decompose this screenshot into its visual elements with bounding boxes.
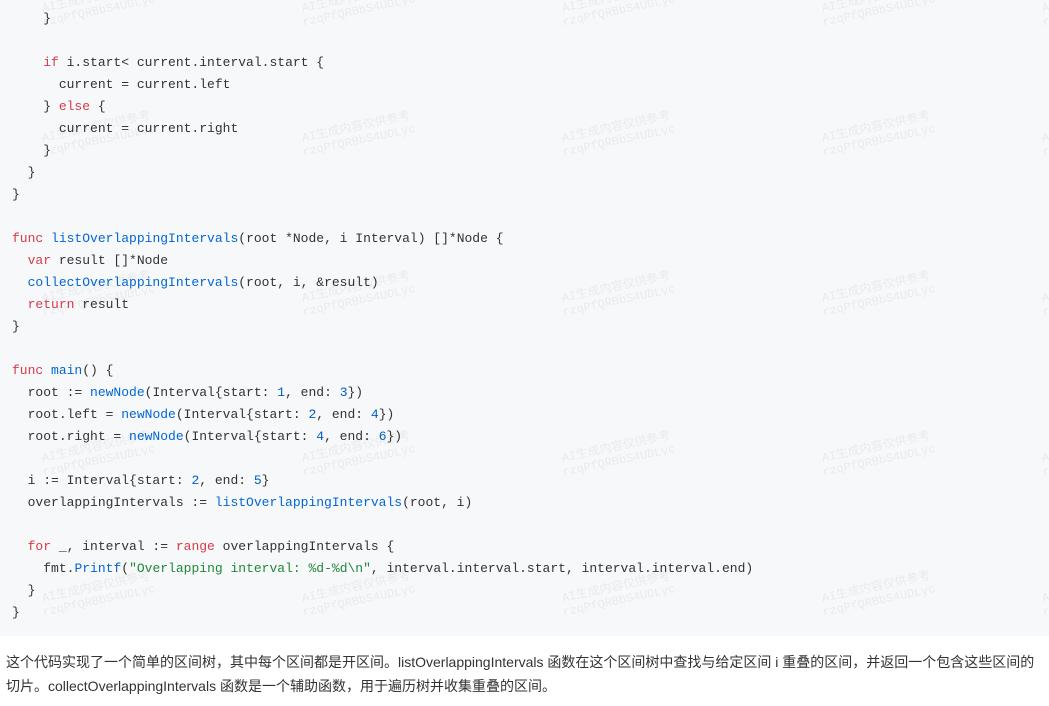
watermark-text: AI生成内容仅供参考rzqPfQRBbS4UDLyc	[1038, 568, 1049, 619]
code-line	[12, 30, 1037, 52]
code-line: collectOverlappingIntervals(root, i, &re…	[12, 272, 1037, 294]
code-line: }	[12, 602, 1037, 624]
code-line: }	[12, 8, 1037, 30]
code-line: }	[12, 184, 1037, 206]
code-line: overlappingIntervals := listOverlappingI…	[12, 492, 1037, 514]
code-line: i := Interval{start: 2, end: 5}	[12, 470, 1037, 492]
explanation-paragraph: 这个代码实现了一个简单的区间树，其中每个区间都是开区间。listOverlapp…	[0, 636, 1049, 706]
code-line: current = current.right	[12, 118, 1037, 140]
code-line: current = current.left	[12, 74, 1037, 96]
code-line	[12, 206, 1037, 228]
code-line: root.right = newNode(Interval{start: 4, …	[12, 426, 1037, 448]
code-line: }	[12, 580, 1037, 602]
code-line	[12, 338, 1037, 360]
code-line: }	[12, 162, 1037, 184]
code-line: for _, interval := range overlappingInte…	[12, 536, 1037, 558]
code-line: if i.start< current.interval.start {	[12, 52, 1037, 74]
watermark-text: AI生成内容仅供参考rzqPfQRBbS4UDLyc	[1038, 0, 1049, 30]
code-line	[12, 448, 1037, 470]
prose-text: 这个代码实现了一个简单的区间树，其中每个区间都是开区间。listOverlapp…	[6, 654, 1034, 694]
code-line	[12, 514, 1037, 536]
watermark-text: AI生成内容仅供参考rzqPfQRBbS4UDLyc	[1038, 428, 1049, 479]
code-line: } else {	[12, 96, 1037, 118]
code-block: } if i.start< current.interval.start { c…	[0, 0, 1049, 636]
code-line: return result	[12, 294, 1037, 316]
code-line: }	[12, 316, 1037, 338]
code-line: root := newNode(Interval{start: 1, end: …	[12, 382, 1037, 404]
watermark-text: AI生成内容仅供参考rzqPfQRBbS4UDLyc	[1038, 108, 1049, 159]
code-line: root.left = newNode(Interval{start: 2, e…	[12, 404, 1037, 426]
watermark-text: AI生成内容仅供参考rzqPfQRBbS4UDLyc	[1038, 268, 1049, 319]
code-line: func listOverlappingIntervals(root *Node…	[12, 228, 1037, 250]
code-line: func main() {	[12, 360, 1037, 382]
code-line: }	[12, 140, 1037, 162]
code-line: var result []*Node	[12, 250, 1037, 272]
code-line: fmt.Printf("Overlapping interval: %d-%d\…	[12, 558, 1037, 580]
